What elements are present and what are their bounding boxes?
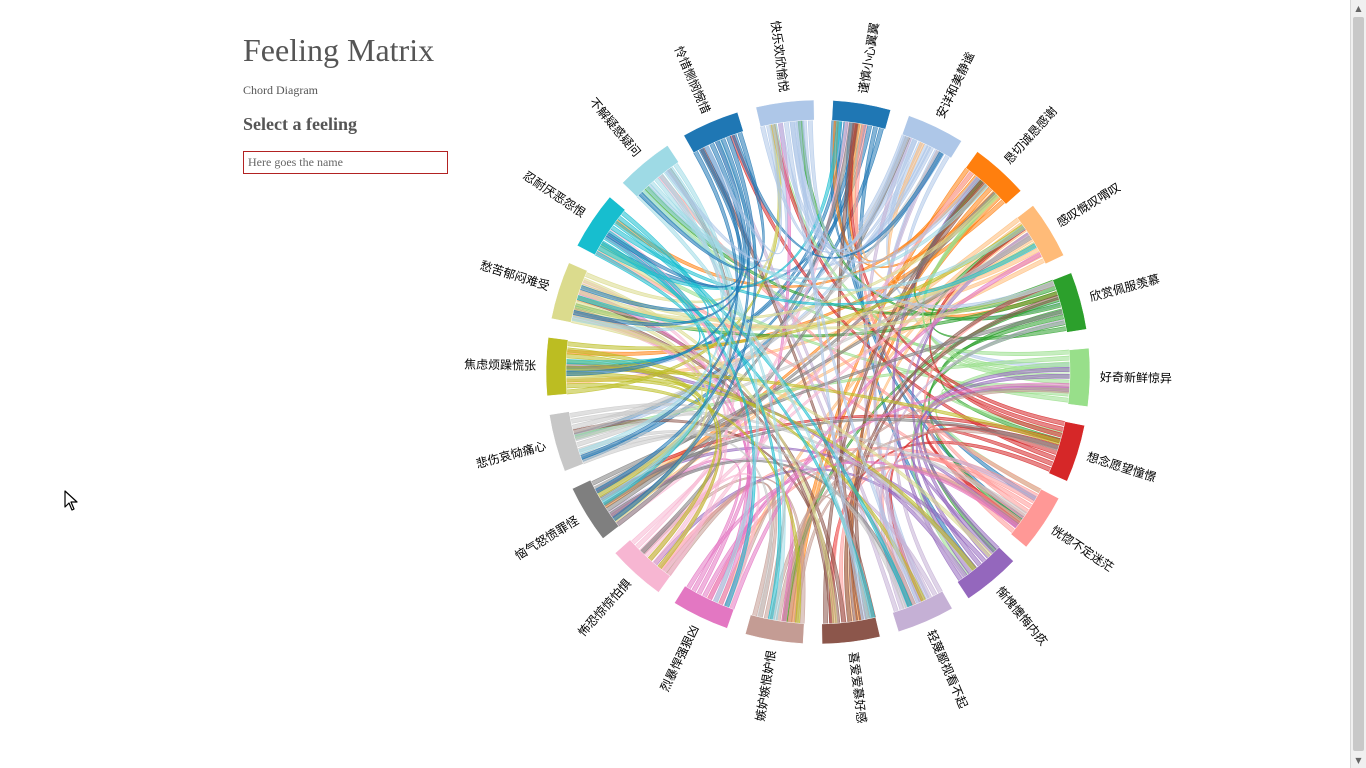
chord-group-label: 恳切诚恳感谢 <box>1001 103 1060 167</box>
chord-group-label: 嫉妒嫉恨妒恨 <box>752 649 778 722</box>
scroll-thumb[interactable] <box>1353 17 1364 751</box>
chord-group-label: 不解疑惑疑问 <box>587 94 645 159</box>
chord-group-label: 喜爱爱慕好感 <box>846 651 870 724</box>
vertical-scrollbar[interactable]: ▲ ▼ <box>1350 0 1366 768</box>
chord-group-label: 怜惜恻悯惋惜 <box>671 44 713 116</box>
chord-group-label: 愁苦郁闷难受 <box>478 257 551 293</box>
chord-group-label: 恍惚不定迷茫 <box>1049 522 1117 575</box>
page: Feeling Matrix Chord Diagram Select a fe… <box>0 0 1366 768</box>
scroll-down-arrow-icon[interactable]: ▼ <box>1351 752 1366 768</box>
chord-group-label: 想念愿望憧憬 <box>1085 449 1158 485</box>
chord-group-label: 悲伤哀恸痛心 <box>474 438 547 471</box>
chord-group-label: 谨慎小心翼翼 <box>856 21 881 94</box>
chord-group-label: 轻蔑鄙视看不起 <box>924 627 971 710</box>
chord-group-label: 烈暴悍强狠凶 <box>658 623 702 694</box>
chord-diagram[interactable]: 谨慎小心翼翼 安详和美静谧恳切诚恳感谢感叹慨叹喟叹欣赏佩服羡慕好奇新鲜惊异想念愿望… <box>0 0 1340 768</box>
chord-group-arc[interactable] <box>1067 347 1091 407</box>
chord-group-label: 感叹慨叹喟叹 <box>1054 179 1123 229</box>
chord-group-arc[interactable] <box>545 337 569 397</box>
chord-group-label: 恼气怒愤罪怪 <box>512 512 581 562</box>
mouse-pointer-icon <box>64 490 78 511</box>
chord-group-label: 欣赏佩服羡慕 <box>1088 271 1161 304</box>
chord-group-label: 安详和美静谧 <box>933 49 978 120</box>
chord-ribbons <box>565 119 1071 625</box>
chord-group-label: 焦虑烦躁慌张 <box>464 357 536 372</box>
chord-group-label: 怖恐惊惊怕惧 <box>575 576 634 640</box>
chord-group-label: 惭愧懊悔内疚 <box>993 583 1051 648</box>
scroll-up-arrow-icon[interactable]: ▲ <box>1351 0 1366 16</box>
chord-group-label: 快乐欢欣愉悦 <box>768 20 792 93</box>
chord-group-label: 忍耐厌恶怨恨 <box>520 168 588 220</box>
chord-group-label: 好奇新鲜惊异 <box>1100 369 1172 385</box>
